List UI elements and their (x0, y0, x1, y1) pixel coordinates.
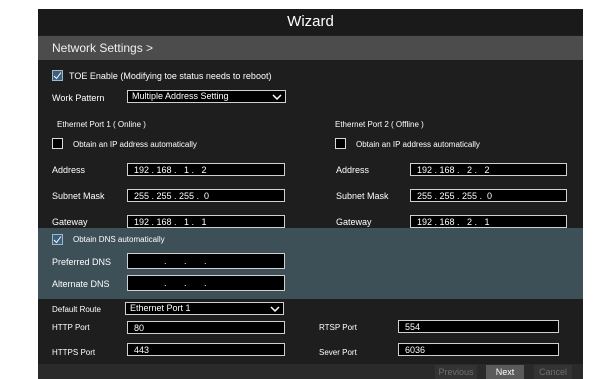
port2-subnet-input[interactable]: 255 . 255 . 255 . 0 (410, 189, 567, 202)
port2-gateway-input[interactable]: 192 . 168 . 2 . 1 (410, 215, 567, 228)
port1-gateway-input[interactable]: 192 . 168 . 1 . 1 (127, 215, 285, 228)
port2-obtain-checkbox[interactable] (335, 138, 346, 149)
rtsp-port-input[interactable]: 554 (398, 320, 559, 333)
default-route-value: Ethernet Port 1 (130, 303, 191, 313)
https-port-input[interactable]: 443 (127, 343, 285, 356)
checkbox-check-icon (53, 72, 62, 80)
port1-subnet-label: Subnet Mask (52, 191, 105, 201)
port2-address-label: Address (336, 165, 370, 175)
port1-obtain-label: Obtain an IP address automatically (73, 140, 197, 149)
http-port-label: HTTP Port (52, 323, 90, 332)
toe-enable-checkbox[interactable] (52, 70, 63, 81)
port2-obtain-label: Obtain an IP address automatically (356, 140, 480, 149)
checkbox-check-icon (53, 236, 62, 244)
port2-gateway-label: Gateway (336, 217, 372, 227)
port1-obtain-checkbox[interactable] (52, 138, 63, 149)
cancel-button[interactable]: Cancel (534, 365, 572, 379)
https-port-label: HTTPS Port (52, 348, 96, 357)
http-port-input[interactable]: 80 (127, 321, 285, 334)
breadcrumb-label: Network Settings > (52, 41, 154, 55)
dns-obtain-checkbox[interactable] (52, 234, 63, 245)
wizard-window: Wizard Network Settings > TOE Enable (Mo… (38, 9, 583, 379)
default-route-select[interactable]: Ethernet Port 1 (125, 302, 284, 315)
port1-title: Ethernet Port 1 ( Online ) (57, 120, 146, 129)
next-button[interactable]: Next (486, 365, 524, 379)
preferred-dns-label: Preferred DNS (52, 257, 112, 267)
port2-address-input[interactable]: 192 . 168 . 2 . 2 (410, 163, 567, 176)
window-title: Wizard (38, 9, 583, 35)
rtsp-port-label: RTSP Port (319, 323, 357, 332)
port1-gateway-label: Gateway (52, 217, 88, 227)
work-pattern-label: Work Pattern (52, 93, 105, 103)
default-route-label: Default Route (52, 305, 101, 314)
port2-title: Ethernet Port 2 ( Offline ) (335, 120, 424, 129)
toe-enable-label: TOE Enable (Modifying toe status needs t… (69, 71, 272, 81)
port2-subnet-label: Subnet Mask (336, 191, 389, 201)
server-port-label: Sever Port (319, 348, 357, 357)
alternate-dns-input[interactable]: . . . (127, 275, 285, 291)
server-port-input[interactable]: 6036 (398, 343, 559, 356)
previous-button[interactable]: Previous (435, 365, 477, 379)
dns-obtain-label: Obtain DNS automatically (73, 235, 165, 244)
work-pattern-select[interactable]: Multiple Address Setting (127, 90, 286, 103)
alternate-dns-label: Alternate DNS (52, 279, 110, 289)
work-pattern-value: Multiple Address Setting (132, 91, 229, 101)
chevron-down-icon (270, 306, 280, 313)
port1-address-input[interactable]: 192 . 168 . 1 . 2 (127, 163, 285, 176)
chevron-down-icon (272, 94, 282, 101)
port1-address-label: Address (52, 165, 86, 175)
preferred-dns-input[interactable]: . . . (127, 253, 285, 269)
port1-subnet-input[interactable]: 255 . 255 . 255 . 0 (127, 189, 285, 202)
breadcrumb: Network Settings > (38, 36, 583, 60)
